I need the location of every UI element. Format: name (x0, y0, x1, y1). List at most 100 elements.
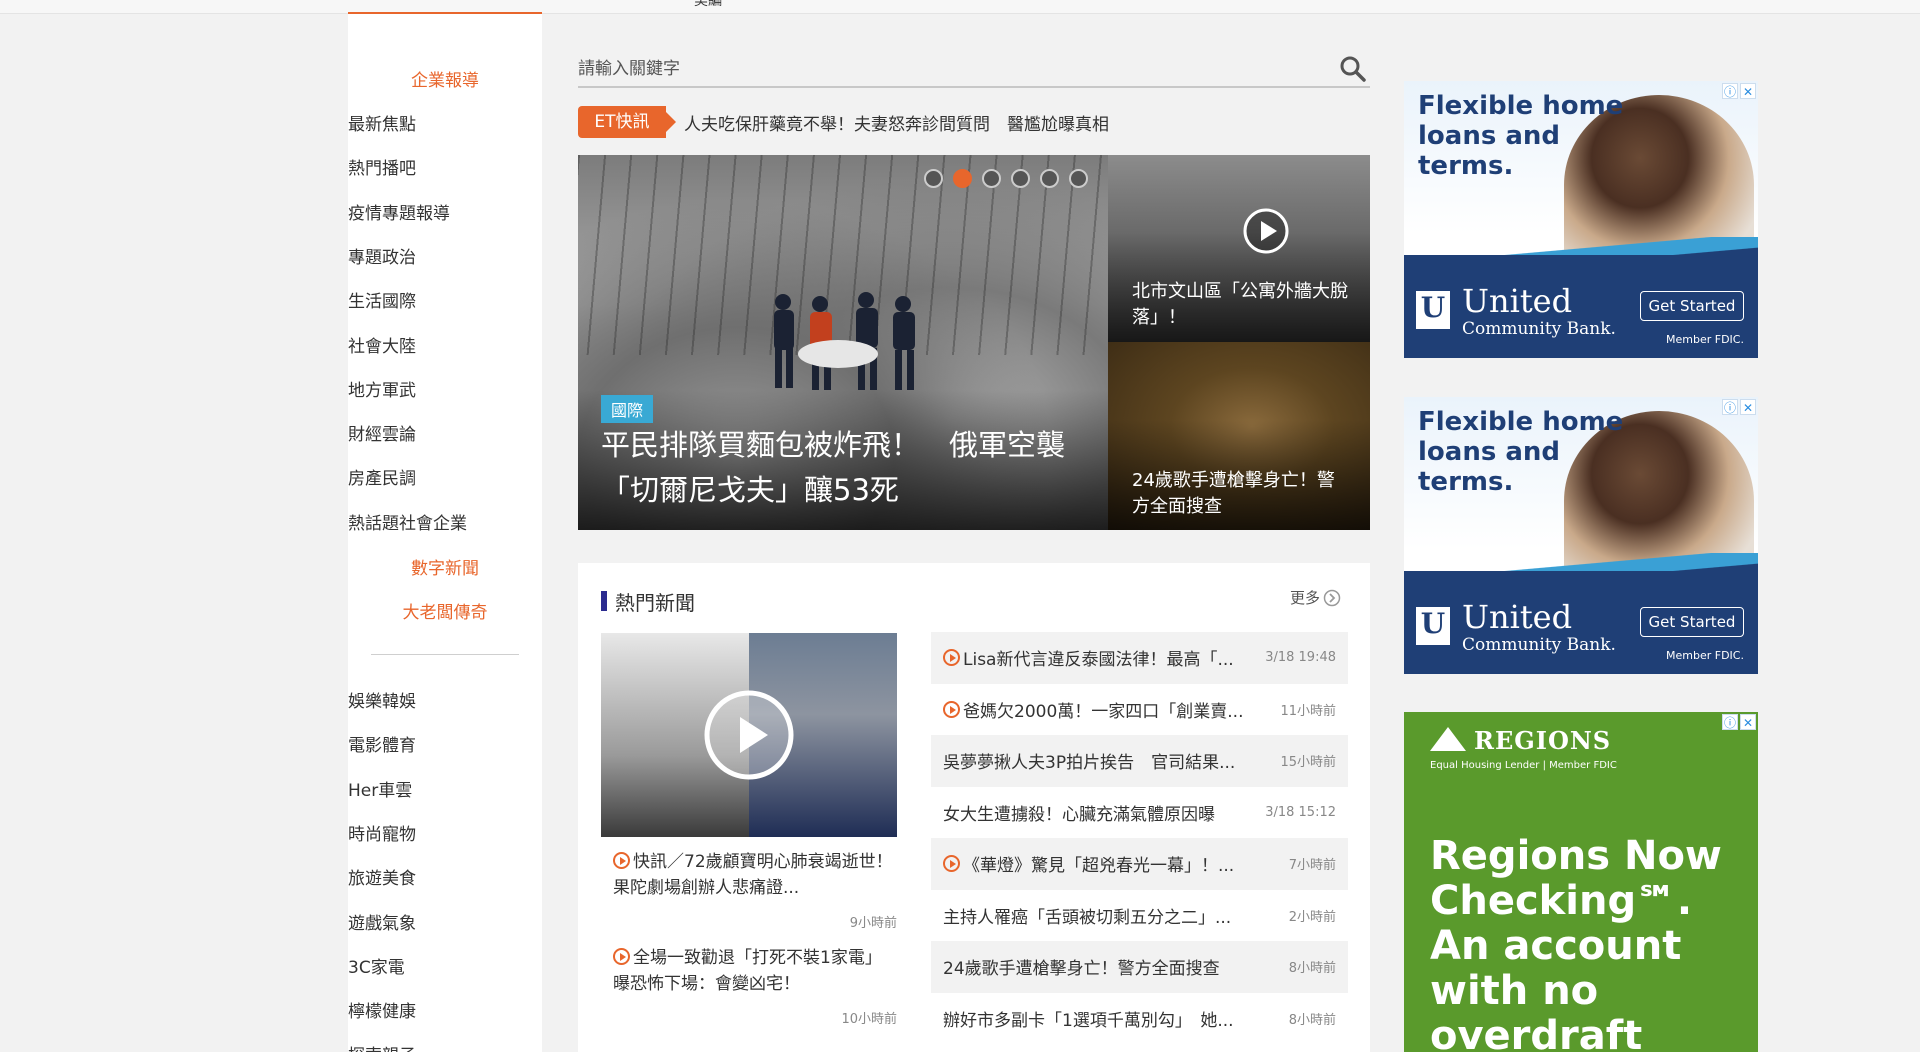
sidebar-item[interactable]: 車雲 (378, 781, 412, 801)
sidebar-item[interactable]: 社會企業 (399, 514, 467, 534)
sidebar-item[interactable]: 親子 (382, 1046, 416, 1052)
chevron-right-icon (1323, 589, 1341, 606)
sidebar-row: 遊戲氣象 (348, 909, 542, 934)
news-list-item[interactable]: 《華燈》驚見「超兇春光一幕」！... 7小時前 (931, 838, 1348, 890)
news-list-item[interactable]: 爸媽欠2000萬！一家四口「創業賣... 11小時前 (931, 684, 1348, 736)
sidebar-item[interactable]: 熱門 (348, 159, 382, 179)
sidebar-divider (371, 654, 519, 655)
sidebar-item[interactable]: 播吧 (382, 159, 416, 179)
ad-close-icon[interactable]: ✕ (1740, 83, 1756, 99)
sidebar-item[interactable]: 健康 (382, 1002, 416, 1022)
sidebar-item[interactable]: 熱話題 (348, 514, 399, 534)
carousel-dot[interactable] (1011, 169, 1030, 188)
sidebar-item[interactable]: 家電 (371, 958, 405, 978)
sidebar-item-boss-legend[interactable]: 大老闆傳奇 (348, 598, 542, 623)
sidebar-item[interactable]: 政治 (382, 248, 416, 268)
hero-image-rescuers (774, 292, 915, 390)
hero-side-caption-2[interactable]: 24歲歌手遭槍擊身亡！警方全面搜查 (1132, 468, 1352, 520)
news-title[interactable]: 24歲歌手遭槍擊身亡！警方全面搜查 (943, 954, 1283, 979)
news-title[interactable]: 爸媽欠2000萬！一家四口「創業賣... (963, 697, 1274, 722)
ad-close-icon[interactable]: ✕ (1740, 399, 1756, 415)
sidebar-item[interactable]: 專題 (348, 248, 382, 268)
hero-category-tag[interactable]: 國際 (601, 395, 654, 423)
video-news-title[interactable]: 全場一致勸退「打死不裝1家電」 曝恐怖下場：會變凶宅！ (613, 948, 890, 994)
sidebar-item[interactable]: 大陸 (382, 337, 416, 357)
ad-regions-bank[interactable]: REGIONS Equal Housing Lender | Member FD… (1404, 712, 1758, 1052)
sidebar-row: 地方軍武 (348, 376, 542, 401)
news-title[interactable]: 《華燈》驚見「超兇春光一幕」！... (963, 851, 1283, 876)
ad-united-community-bank[interactable]: Flexible home loans and terms. U United … (1404, 81, 1758, 358)
sidebar-item[interactable]: 旅遊 (348, 869, 382, 889)
sidebar-item[interactable]: 娛樂 (348, 692, 382, 712)
sidebar-row: 3C家電 (348, 953, 542, 978)
sidebar-item[interactable]: 生活 (348, 292, 382, 312)
search-input[interactable] (578, 54, 1318, 84)
play-icon[interactable] (703, 689, 795, 781)
sidebar-item[interactable]: 最新 (348, 115, 382, 135)
sidebar-item[interactable]: 軍武 (382, 381, 416, 401)
sidebar-item[interactable]: 氣象 (382, 914, 416, 934)
more-link[interactable]: 更多 (1290, 587, 1341, 608)
hero-main-story[interactable]: 國際 平民排隊買麵包被炸飛！ 俄軍空襲「切爾尼戈夫」釀53死 (578, 155, 1108, 530)
sidebar-row: 生活國際 (348, 287, 542, 312)
search-icon[interactable] (1338, 54, 1368, 84)
et-flash-headline[interactable]: 人夫吃保肝藥竟不舉！夫妻怒奔診間質問 醫尷尬曝真相 (684, 110, 1109, 135)
sidebar-item[interactable]: 民調 (382, 469, 416, 489)
sidebar-item[interactable]: 財經 (348, 425, 382, 445)
sidebar-item[interactable]: 探索 (348, 1046, 382, 1052)
news-list-item[interactable]: Lisa新代言違反泰國法律！最高「... 3/18 19:48 (931, 632, 1348, 684)
ad-cta-button[interactable]: Get Started (1640, 291, 1744, 321)
video-news-item[interactable]: 快訊／72歲顧寶明心肺衰竭逝世！果陀劇場創辦人悲痛證... 9小時前 (613, 849, 897, 931)
carousel-dot[interactable] (982, 169, 1001, 188)
sidebar-item[interactable]: 電影 (348, 736, 382, 756)
hero-side-story-2[interactable]: 24歲歌手遭槍擊身亡！警方全面搜查 (1108, 342, 1370, 530)
sidebar-item[interactable]: 房產 (348, 469, 382, 489)
ad-info-icon[interactable]: ⓘ (1722, 399, 1738, 415)
carousel-dot[interactable] (1069, 169, 1088, 188)
play-icon[interactable] (1242, 207, 1290, 255)
featured-video-thumbnail[interactable] (601, 633, 897, 837)
news-title[interactable]: 辦好市多副卡「1選項千萬別勾」 她... (943, 1006, 1283, 1031)
carousel-dot-active[interactable] (953, 169, 972, 188)
sidebar-item[interactable]: 遊戲 (348, 914, 382, 934)
sidebar-item[interactable]: 專題報導 (382, 204, 450, 224)
sidebar-item[interactable]: 雲論 (382, 425, 416, 445)
sidebar-item-corporate-report[interactable]: 企業報導 (348, 66, 542, 91)
sidebar-item[interactable]: 社會 (348, 337, 382, 357)
sidebar-item[interactable]: 體育 (382, 736, 416, 756)
sidebar-item-number-news[interactable]: 數字新聞 (348, 554, 542, 579)
ad-close-icon[interactable]: ✕ (1740, 714, 1756, 730)
carousel-dot[interactable] (924, 169, 943, 188)
hero-title[interactable]: 平民排隊買麵包被炸飛！ 俄軍空襲「切爾尼戈夫」釀53死 (601, 423, 1091, 513)
news-list-item[interactable]: 主持人罹癌「舌頭被切剩五分之二」... 2小時前 (931, 890, 1348, 942)
video-news-item[interactable]: 全場一致勸退「打死不裝1家電」 曝恐怖下場：會變凶宅！ 10小時前 (613, 945, 897, 1027)
sidebar-item[interactable]: 焦點 (382, 115, 416, 135)
ad-info-icon[interactable]: ⓘ (1722, 83, 1738, 99)
video-news-title[interactable]: 快訊／72歲顧寶明心肺衰竭逝世！果陀劇場創辦人悲痛證... (613, 852, 893, 898)
sidebar-item[interactable]: 韓娛 (382, 692, 416, 712)
news-list-item[interactable]: 吳夢夢揪人夫3P拍片挨告 官司結果... 15小時前 (931, 735, 1348, 787)
carousel-dot[interactable] (1040, 169, 1059, 188)
sidebar-item[interactable]: 地方 (348, 381, 382, 401)
ad-cta-button[interactable]: Get Started (1640, 607, 1744, 637)
news-list-item[interactable]: 女大生遭擄殺！心臟充滿氣體原因曝 3/18 15:12 (931, 787, 1348, 839)
news-title[interactable]: Lisa新代言違反泰國法律！最高「... (963, 645, 1259, 670)
news-title[interactable]: 吳夢夢揪人夫3P拍片挨告 官司結果... (943, 748, 1274, 773)
sidebar-item[interactable]: 檸檬 (348, 1002, 382, 1022)
hero-side-story-1[interactable]: 北市文山區「公寓外牆大脫落」！ (1108, 155, 1370, 342)
sidebar-item[interactable]: 疫情 (348, 204, 382, 224)
sidebar-item[interactable]: Her (348, 781, 378, 801)
sidebar-item[interactable]: 寵物 (382, 825, 416, 845)
ad-united-community-bank[interactable]: Flexible home loans and terms. U United … (1404, 397, 1758, 674)
ad-info-icon[interactable]: ⓘ (1722, 714, 1738, 730)
news-title[interactable]: 女大生遭擄殺！心臟充滿氣體原因曝 (943, 800, 1259, 825)
sidebar-item[interactable]: 3C (348, 958, 371, 978)
news-list-item[interactable]: 24歲歌手遭槍擊身亡！警方全面搜查 8小時前 (931, 941, 1348, 993)
sidebar-item[interactable]: 美食 (382, 869, 416, 889)
news-list-item[interactable]: 辦好市多副卡「1選項千萬別勾」 她... 8小時前 (931, 993, 1348, 1045)
sidebar-item[interactable]: 時尚 (348, 825, 382, 845)
hero-side-caption-1[interactable]: 北市文山區「公寓外牆大脫落」！ (1132, 279, 1352, 331)
news-title[interactable]: 主持人罹癌「舌頭被切剩五分之二」... (943, 903, 1283, 928)
top-nav-clipped-label[interactable]: 美編 (694, 0, 722, 10)
sidebar-item[interactable]: 國際 (382, 292, 416, 312)
